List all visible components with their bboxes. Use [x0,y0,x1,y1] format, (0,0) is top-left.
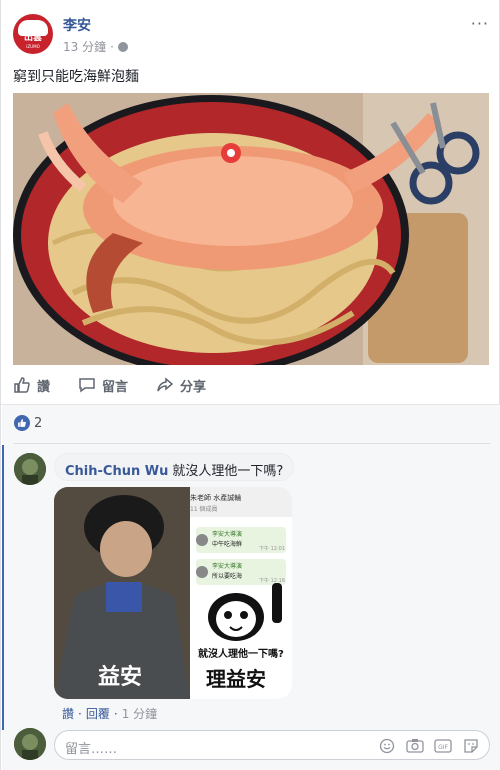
chat-msg2-text: 所以要吃海 [212,573,243,580]
comment-like-link[interactable]: 讚 [62,705,74,722]
comment-input-tools: GIF [377,736,481,756]
globe-icon[interactable] [117,41,128,52]
meme-question: 就沒人理他一下嗎? [198,649,284,660]
post-actions: 讚 留言 分享 [13,372,489,398]
reaction-divider [14,443,490,444]
photo-caption: 益安 [98,665,143,690]
comment-input-placeholder: 留言…… [65,742,118,757]
share-label: 分享 [180,379,207,395]
share-button[interactable]: 分享 [156,376,206,395]
comment-input[interactable]: 留言…… GIF [54,730,490,760]
meme-caption: 理益安 [206,667,266,691]
comment-reply-link[interactable]: 回覆 [86,705,110,722]
comment-time[interactable]: 1 分鐘 [122,705,157,722]
post-timestamp[interactable]: 13 分鐘 [63,38,106,55]
like-reaction-icon [14,415,30,431]
comment-label: 留言 [102,379,129,395]
commenter-avatar[interactable] [14,453,46,485]
post-meta: 13 分鐘 · [63,38,128,55]
my-avatar [14,728,46,760]
chat-msg1-name: 李安大導演 [212,531,243,538]
comment-link-separator-1: · [78,706,82,721]
chat-msg2-time: 下午 12:16 [259,578,285,584]
chat-msg1-time: 下午 12:01 [259,546,285,552]
chat-members: 11 個成員 [190,506,218,513]
chat-msg1-text: 中午吃海鮮 [212,541,243,548]
chat-title: 朱老師 水產誠輪 [190,494,242,502]
post-photo[interactable] [13,93,489,365]
svg-text:GIF: GIF [438,744,448,751]
thumbs-up-icon [14,377,30,393]
smiley-icon[interactable] [377,736,397,756]
chat-msg2-name: 李安大導演 [212,563,243,570]
camera-icon[interactable] [405,736,425,756]
post-text: 窮到只能吃海鮮泡麵 [13,69,139,85]
more-options-icon[interactable]: ··· [471,14,489,33]
like-count: 2 [34,415,43,431]
new-comment-indicator [2,445,4,730]
like-button[interactable]: 讚 [13,376,50,395]
speech-bubble-icon [79,378,95,393]
share-arrow-icon [157,377,174,392]
page-avatar[interactable]: 出雲 IZUMO [13,14,53,54]
crab-noodle-photo [13,93,489,365]
gif-icon[interactable]: GIF [433,736,453,756]
comment-image[interactable]: 朱老師 水產誠輪 11 個成員 李安大導演 中午吃海鮮 下午 12:01 李安大… [54,487,292,699]
comment-link-separator-2: · [113,706,118,721]
post-author[interactable]: 李安 [63,15,91,35]
avatar-logo-subtext: IZUMO [26,44,40,49]
comment-bubble: Chih-Chun Wu 就沒人理他一下嗎? [54,453,295,481]
post-card: 出雲 IZUMO 李安 13 分鐘 · ··· 窮到只能吃海鮮泡麵 讚 留言 分… [0,0,500,770]
post-header: 出雲 IZUMO 李安 13 分鐘 · ··· [13,12,489,56]
comment-text: 就沒人理他一下嗎? [172,464,284,479]
comment-links: 讚 · 回覆 · 1 分鐘 [62,705,157,722]
meta-separator: · [110,39,114,54]
comment-author[interactable]: Chih-Chun Wu [65,464,168,479]
like-label: 讚 [37,379,51,395]
avatar-logo-text: 出雲 [23,33,42,43]
reaction-summary[interactable]: 2 [14,415,42,431]
comment-button[interactable]: 留言 [78,376,128,395]
comments-section: 2 Chih-Chun Wu 就沒人理他一下嗎? 朱老師 水產誠輪 11 個成員… [2,405,500,770]
sticker-icon[interactable] [461,736,481,756]
